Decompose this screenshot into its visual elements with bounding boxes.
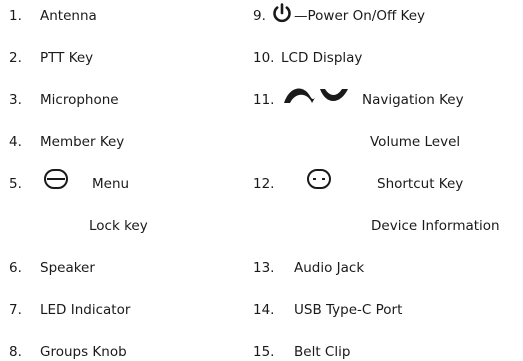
item-menu-label: Menu <box>92 176 130 192</box>
item-number: 11. <box>253 92 275 108</box>
item-speaker-label: Speaker <box>40 260 95 276</box>
item-member-key-label: Member Key <box>40 134 125 150</box>
item-number: 8. <box>9 344 22 360</box>
item-number: 9. <box>253 8 266 24</box>
navigation-arrows-icon <box>284 88 348 103</box>
power-icon <box>273 3 291 23</box>
item-number: 15. <box>253 344 275 360</box>
item-led-indicator-label: LED Indicator <box>40 302 131 318</box>
item-lcd-display-label: LCD Display <box>281 50 363 66</box>
item-number: 3. <box>9 92 22 108</box>
item-device-information-label: Device Information <box>371 218 500 234</box>
dots-circle-icon <box>307 169 331 189</box>
item-number: 5. <box>9 176 22 192</box>
item-lock-key-label: Lock key <box>89 218 148 234</box>
item-groups-knob-label: Groups Knob <box>40 344 127 360</box>
item-number: 4. <box>9 134 22 150</box>
item-audio-jack-label: Audio Jack <box>294 260 365 276</box>
item-volume-level-label: Volume Level <box>370 134 461 150</box>
item-microphone-label: Microphone <box>40 92 119 108</box>
item-belt-clip-label: Belt Clip <box>294 344 351 360</box>
item-antenna-label: Antenna <box>40 8 97 24</box>
item-ptt-key-label: PTT Key <box>40 50 94 66</box>
item-number: 13. <box>253 260 275 276</box>
item-power-key-label: —Power On/Off Key <box>294 8 426 24</box>
item-number: 7. <box>9 302 22 318</box>
item-number: 14. <box>253 302 275 318</box>
item-shortcut-key-label: Shortcut Key <box>377 176 464 192</box>
item-number: 12. <box>253 176 275 192</box>
item-number: 6. <box>9 260 22 276</box>
item-number: 2. <box>9 50 22 66</box>
item-number: 1. <box>9 8 22 24</box>
item-number: 10. <box>253 50 275 66</box>
item-usb-type-c-port-label: USB Type-C Port <box>294 302 403 318</box>
item-navigation-key-label: Navigation Key <box>362 92 464 108</box>
minus-circle-icon <box>44 169 68 189</box>
